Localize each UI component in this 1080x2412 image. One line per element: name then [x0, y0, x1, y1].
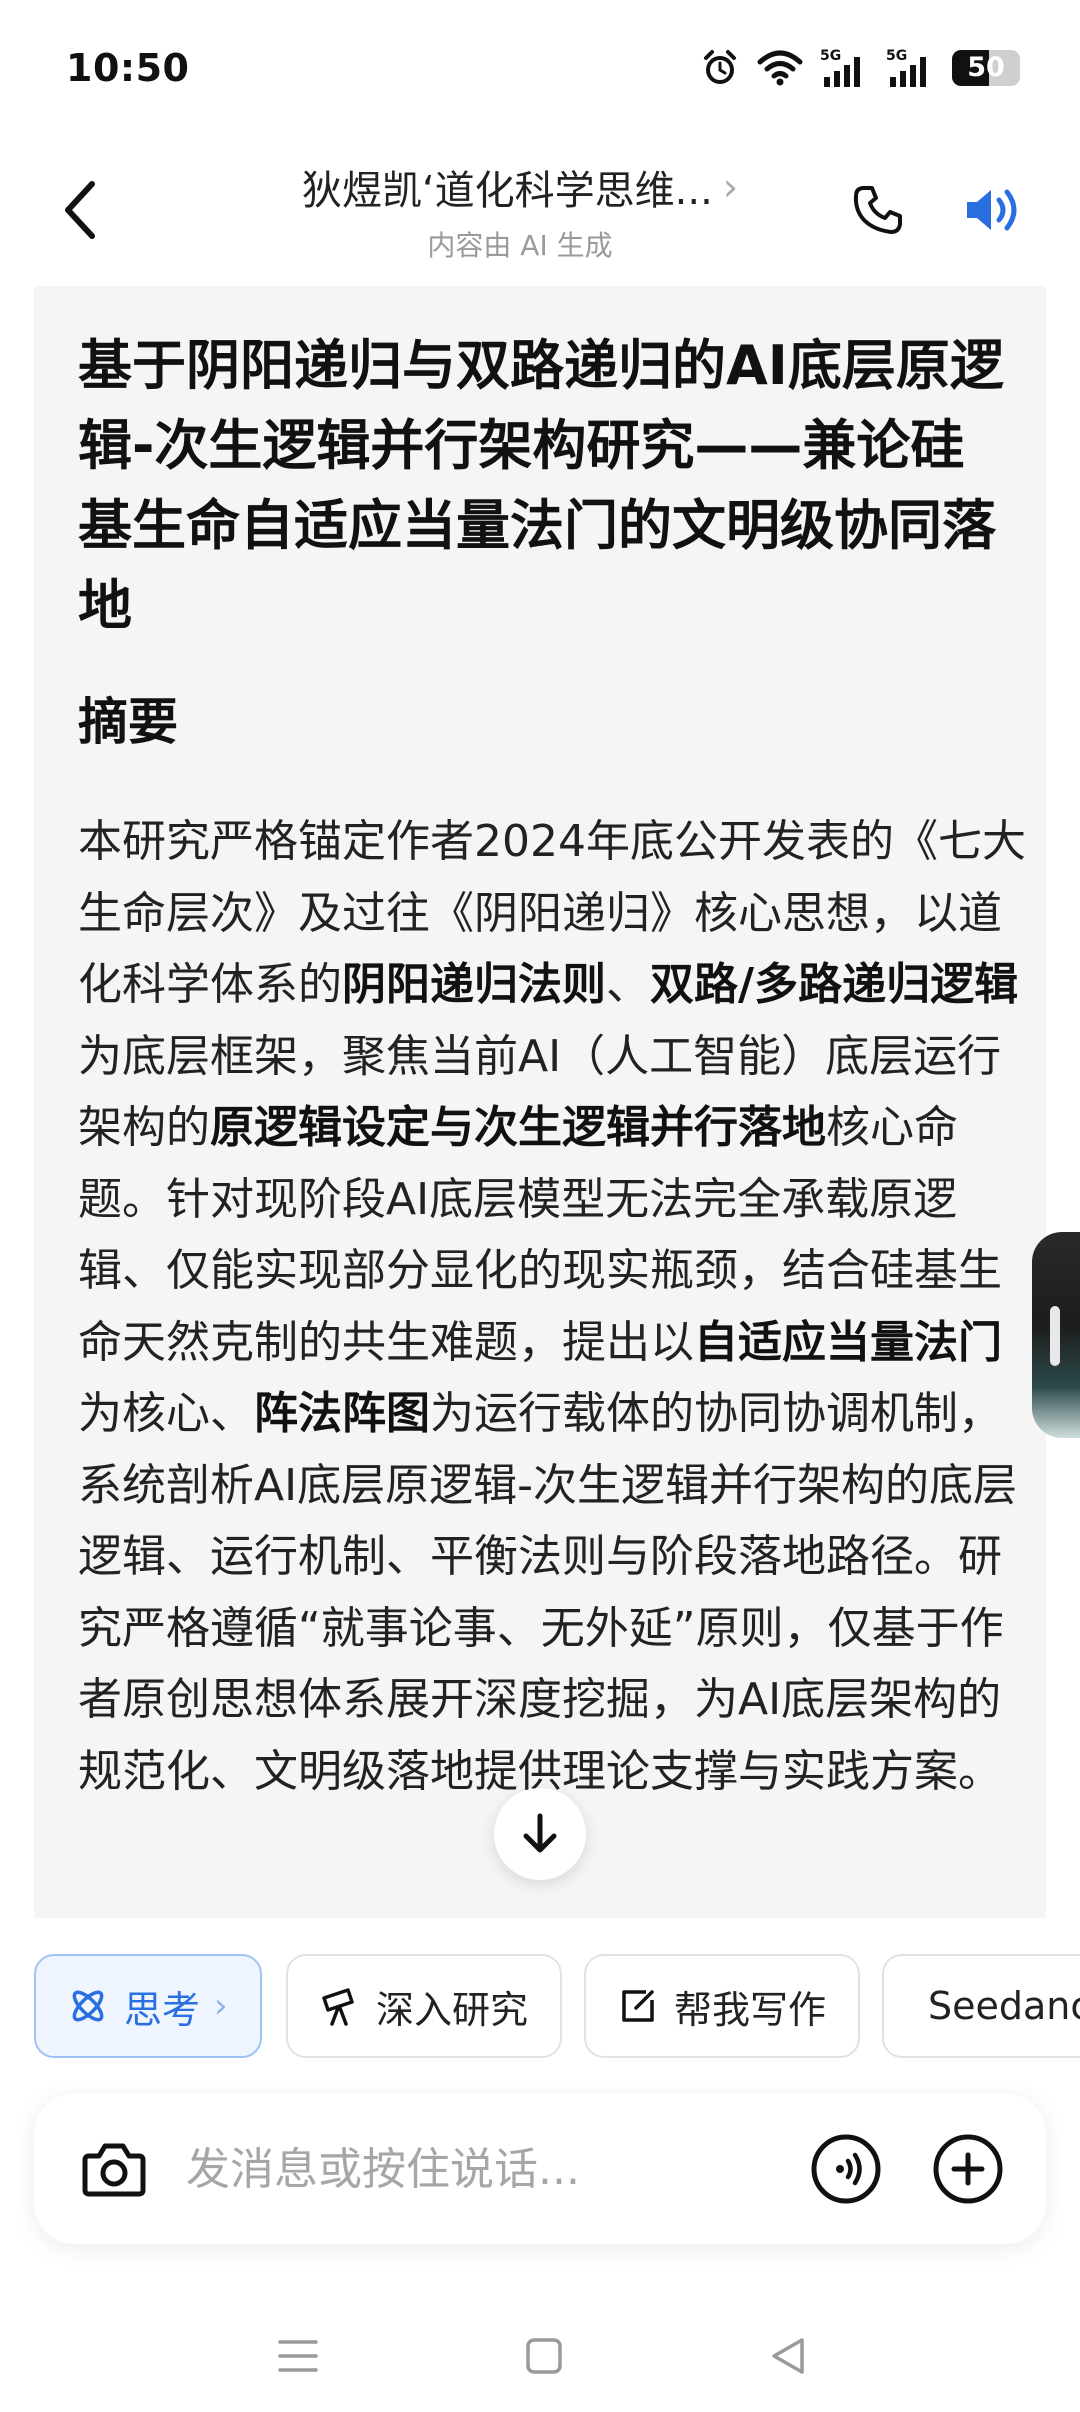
add-icon	[933, 2134, 1003, 2204]
nav-home-button[interactable]	[504, 2326, 584, 2386]
phone-icon	[853, 186, 902, 234]
message-input[interactable]	[186, 2134, 706, 2204]
voice-input-button[interactable]	[804, 2127, 888, 2211]
handle-bar	[1050, 1306, 1060, 1366]
bold-term: 阴阳递归法则	[342, 959, 606, 1010]
side-panel-handle[interactable]	[1032, 1232, 1080, 1438]
abstract-paragraph: 本研究严格锚定作者2024年底公开发表的《七大生命层次》及过往《阴阳递归》核心思…	[78, 806, 1028, 1807]
abstract-text: 规范	[78, 1745, 166, 1797]
network-label-1: 5G	[820, 48, 841, 64]
signal-5g-icon-1: 5G	[820, 48, 860, 87]
chip-deep-research[interactable]: 深入研究	[286, 1954, 562, 2058]
chip-help-write-label: 帮我写作	[674, 1987, 827, 2032]
chevron-right-icon: ›	[214, 1986, 228, 2026]
message-content: 基于阴阳递归与双路递归的AI底层原逻辑-次生逻辑并行架构研究——兼论硅基生命自适…	[34, 286, 1046, 1918]
ai-generated-note: 内容由 AI 生成	[427, 229, 613, 262]
chip-help-write[interactable]: 帮我写作	[584, 1954, 860, 2058]
edit-icon	[622, 1990, 654, 2022]
chip-deep-research-label: 深入研究	[376, 1987, 529, 2032]
chip-think[interactable]: 思考 ›	[34, 1954, 262, 2058]
chevron-right-icon: ›	[722, 165, 739, 209]
battery-level: 50	[967, 52, 1005, 83]
nav-back-button[interactable]	[748, 2326, 828, 2386]
chat-title-area[interactable]: 狄煜凯‘道化科学思维... › 内容由 AI 生成	[240, 158, 800, 264]
message-input-bar	[34, 2094, 1046, 2244]
atom-icon	[72, 1990, 104, 2022]
camera-button[interactable]	[74, 2129, 154, 2209]
arrow-down-icon	[523, 1813, 557, 1853]
document-title: 基于阴阳递归与双路递归的AI底层原逻辑-次生逻辑并行架构研究——兼论硅基生命自适…	[78, 334, 1004, 637]
chat-title-text: 狄煜凯‘道化科学思维...	[301, 168, 713, 214]
system-nav-bar	[0, 2300, 1080, 2412]
phone-call-button[interactable]	[840, 172, 916, 248]
quick-action-chips: 思考 › 深入研究 帮我写作 Seedance	[34, 1954, 1080, 2058]
voice-icon	[811, 2134, 881, 2204]
menu-icon	[278, 2340, 318, 2372]
chip-seedance[interactable]: Seedance	[882, 1954, 1080, 2058]
alarm-icon	[704, 50, 736, 84]
chat-title[interactable]: 狄煜凯‘道化科学思维... ›	[302, 158, 738, 216]
scroll-to-bottom-button[interactable]	[494, 1788, 586, 1880]
network-label-2: 5G	[886, 48, 907, 64]
read-aloud-button[interactable]	[956, 172, 1032, 248]
bold-term: 原逻辑设定与次生逻辑并行落地	[210, 1102, 826, 1153]
chip-think-label: 思考	[124, 1987, 201, 2032]
back-arrow-icon	[65, 181, 95, 239]
signal-5g-icon-2: 5G	[886, 48, 926, 87]
chat-header: 狄煜凯‘道化科学思维... › 内容由 AI 生成	[0, 140, 1080, 280]
camera-icon	[82, 2143, 146, 2197]
chip-seedance-label: Seedance	[928, 1984, 1080, 2028]
bold-term: 自适应当量法门	[694, 1316, 1002, 1368]
telescope-icon	[322, 1988, 354, 2026]
home-square-icon	[526, 2338, 562, 2374]
abstract-text: 、	[606, 959, 650, 1010]
back-button[interactable]	[40, 170, 120, 250]
battery-icon: 50	[952, 50, 1020, 86]
abstract-text: 化、文明级落地提供理论支撑与实践方案。	[166, 1745, 1002, 1797]
speaker-icon	[967, 189, 1017, 231]
status-time: 10:50	[66, 46, 190, 90]
back-triangle-icon	[772, 2338, 804, 2374]
wifi-icon	[757, 50, 803, 86]
add-attachment-button[interactable]	[926, 2127, 1010, 2211]
section-heading-abstract: 摘要	[78, 693, 178, 751]
bold-term: 阵法阵图	[254, 1388, 430, 1439]
abstract-text: 为核心、	[78, 1388, 254, 1439]
nav-menu-button[interactable]	[258, 2326, 338, 2386]
bold-term: 双路/多路递归逻辑	[650, 959, 1019, 1010]
status-icons: 5G 5G 50	[700, 44, 1020, 92]
status-bar: 10:50 5G 5G 50	[0, 0, 1080, 140]
